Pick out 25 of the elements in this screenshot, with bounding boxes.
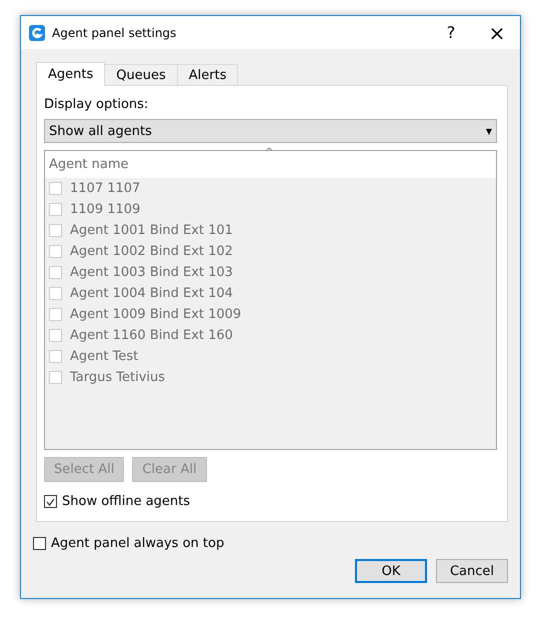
display-options-dropdown[interactable]: Show all agents ▼	[44, 119, 497, 143]
agent-name: Agent 1002 Bind Ext 102	[70, 244, 233, 259]
agent-name: Targus Tetivius	[70, 370, 166, 385]
ok-button[interactable]: OK	[355, 559, 427, 583]
app-logo-icon	[29, 24, 45, 40]
checkbox[interactable]	[44, 495, 57, 508]
window-title: Agent panel settings	[52, 26, 178, 40]
agent-name: Agent 1009 Bind Ext 1009	[70, 307, 242, 322]
tab[interactable]: Alerts	[176, 64, 238, 86]
agent-name: Agent Test	[70, 349, 138, 364]
close-button[interactable]: ×	[474, 16, 520, 49]
help-button[interactable]: ?	[428, 16, 474, 49]
display-options-label: Display options:	[44, 97, 150, 114]
agent-name: Agent 1003 Bind Ext 103	[70, 265, 233, 280]
agent-name: Agent 1160 Bind Ext 160	[70, 328, 233, 343]
tab[interactable]: Agents	[36, 62, 106, 86]
agent-name: Agent 1004 Bind Ext 104	[70, 286, 233, 301]
checkmark-icon	[46, 498, 55, 506]
checkbox[interactable]	[33, 537, 46, 550]
agent-name: 1107 1107	[70, 181, 140, 196]
cancel-button[interactable]: Cancel	[436, 559, 508, 583]
checkbox-label: Show offline agents	[62, 494, 190, 509]
agent-name: Agent 1001 Bind Ext 101	[70, 223, 233, 238]
agent-name: 1109 1109	[70, 202, 140, 217]
checkbox-label: Agent panel always on top	[51, 536, 224, 551]
